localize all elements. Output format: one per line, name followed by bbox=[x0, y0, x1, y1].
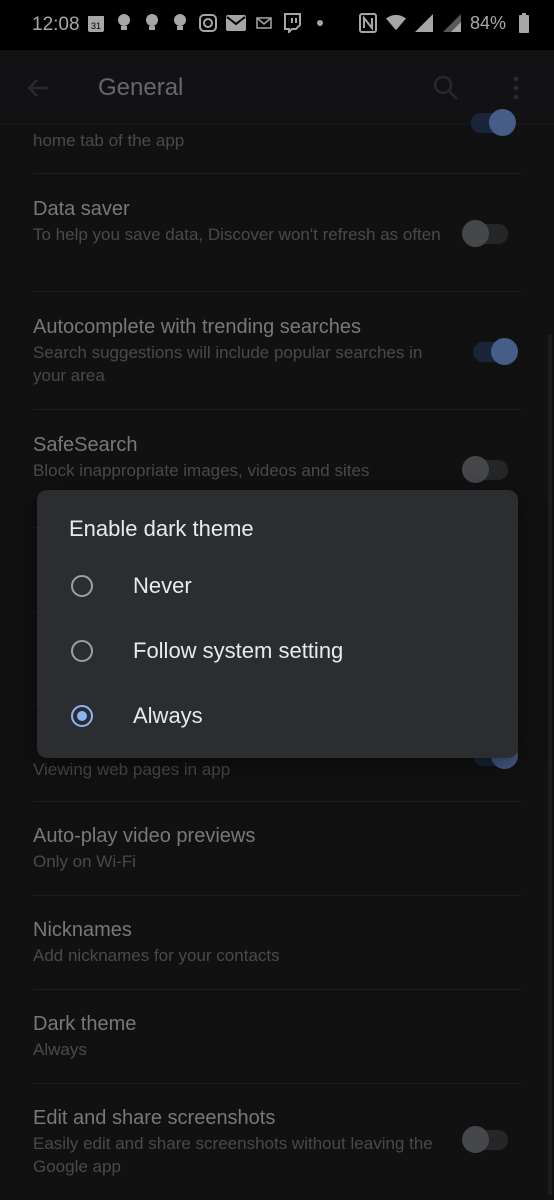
option-follow-system[interactable]: Follow system setting bbox=[37, 627, 518, 685]
dark-theme-dialog: Enable dark theme Never Follow system se… bbox=[37, 490, 518, 758]
option-label: Never bbox=[133, 573, 192, 598]
dialog-title: Enable dark theme bbox=[69, 516, 254, 541]
option-always[interactable]: Always bbox=[37, 692, 518, 750]
radio-button-icon[interactable] bbox=[71, 575, 93, 597]
option-label: Always bbox=[133, 703, 203, 728]
option-label: Follow system setting bbox=[133, 638, 344, 663]
radio-button-selected-icon[interactable] bbox=[71, 705, 93, 727]
radio-button-icon[interactable] bbox=[71, 640, 93, 662]
option-never[interactable]: Never bbox=[37, 562, 518, 620]
